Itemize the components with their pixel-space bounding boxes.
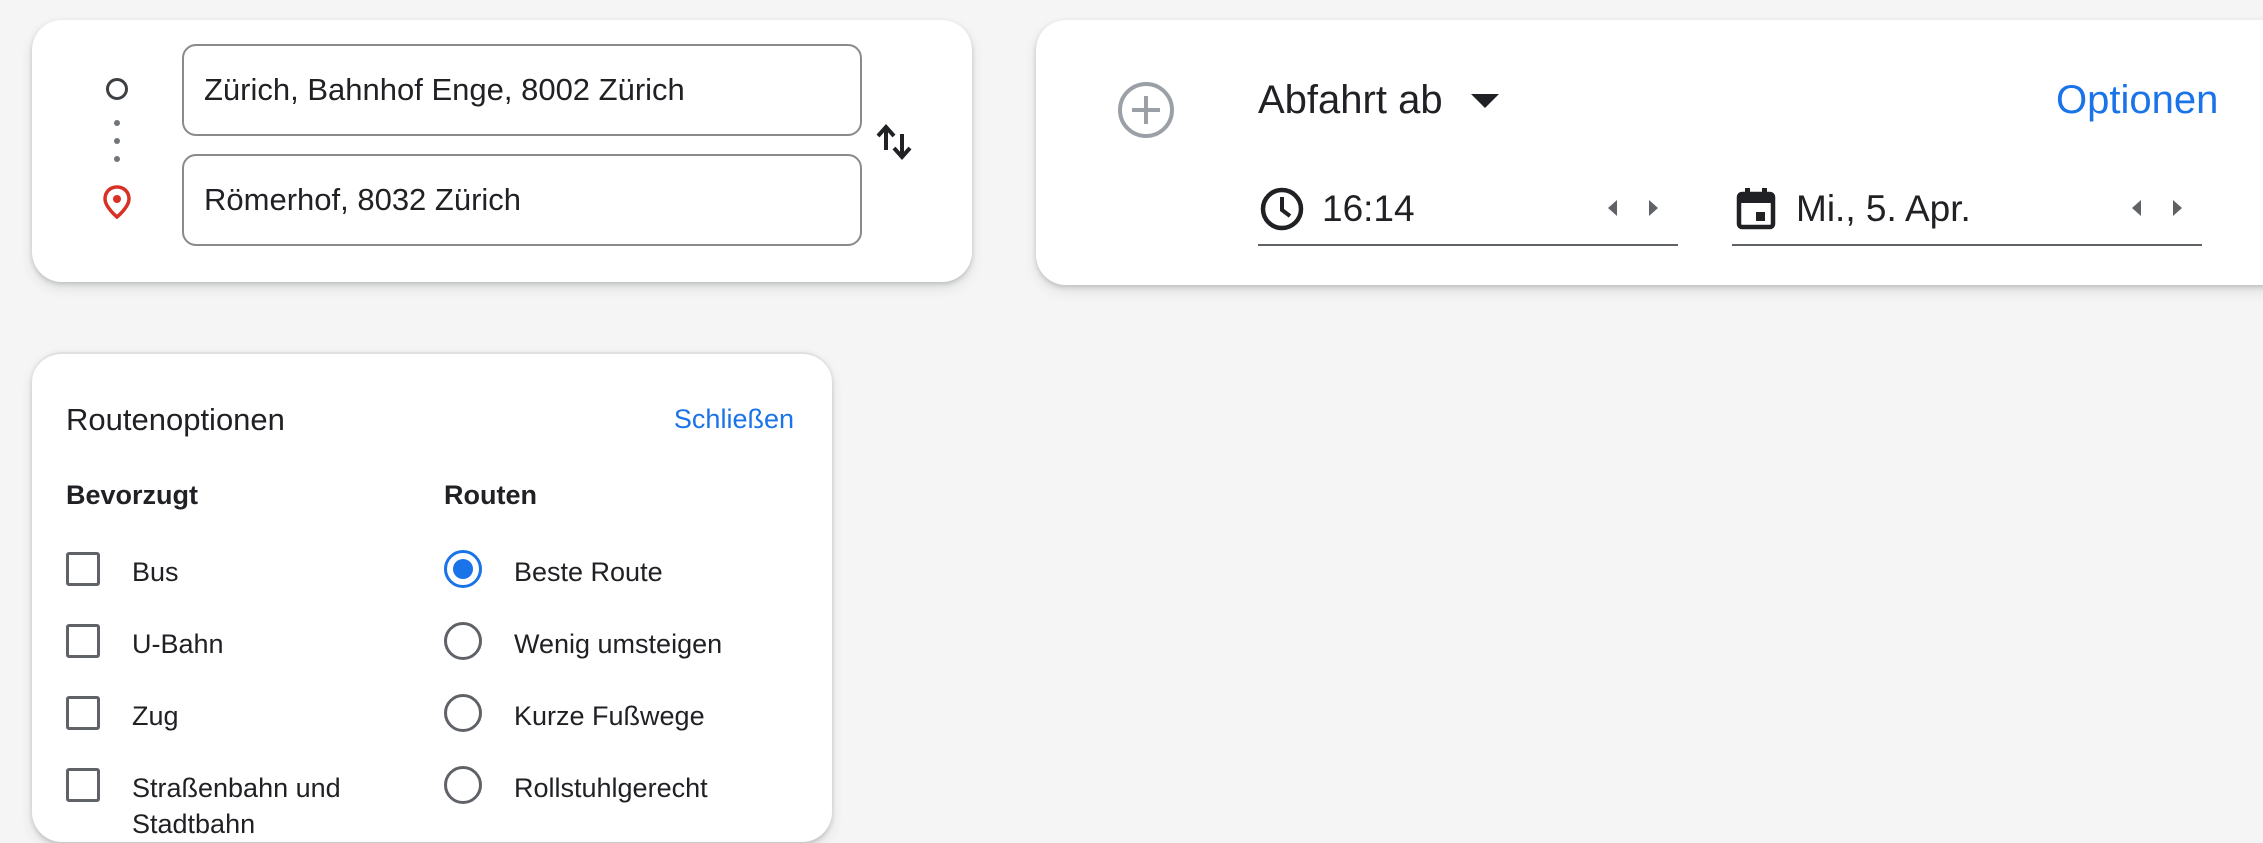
departure-mode-dropdown[interactable]: Abfahrt ab <box>1258 78 1499 123</box>
route-short-walks[interactable]: Kurze Fußwege <box>444 694 804 734</box>
route-dot-icon <box>114 138 120 144</box>
routes-heading: Routen <box>444 480 537 510</box>
previous-date-icon[interactable] <box>2132 200 2141 216</box>
clock-icon <box>1260 187 1304 231</box>
radio-wheelchair[interactable] <box>444 766 482 804</box>
origin-input[interactable]: Zürich, Bahnhof Enge, 8002 Zürich <box>182 44 862 136</box>
route-best[interactable]: Beste Route <box>444 550 804 590</box>
caret-down-icon <box>1470 93 1499 108</box>
checkbox-bus[interactable] <box>66 552 100 586</box>
route-wheelchair[interactable]: Rollstuhlgerecht <box>444 766 804 806</box>
next-time-icon[interactable] <box>1649 200 1658 216</box>
destination-input[interactable]: Römerhof, 8032 Zürich <box>182 154 862 246</box>
calendar-icon <box>1736 188 1776 230</box>
option-u-bahn[interactable]: U-Bahn <box>66 624 406 662</box>
option-bus[interactable]: Bus <box>66 552 406 590</box>
directions-card: Zürich, Bahnhof Enge, 8002 Zürich Römerh… <box>32 20 972 282</box>
radio-few-transfers[interactable] <box>444 622 482 660</box>
radio-short-walks[interactable] <box>444 694 482 732</box>
option-zug[interactable]: Zug <box>66 696 406 734</box>
preferred-heading: Bevorzugt <box>66 480 199 510</box>
option-label: Zug <box>132 701 179 731</box>
date-value: Mi., 5. Apr. <box>1796 188 1971 229</box>
option-label: Rollstuhlgerecht <box>514 773 708 803</box>
add-circle-icon[interactable] <box>1116 80 1176 140</box>
location-pin-icon <box>103 185 131 220</box>
route-few-transfers[interactable]: Wenig umsteigen <box>444 622 804 662</box>
time-value: 16:14 <box>1322 188 1415 229</box>
option-label: Beste Route <box>514 557 663 587</box>
option-label: U-Bahn <box>132 629 224 659</box>
checkbox-u-bahn[interactable] <box>66 624 100 658</box>
date-picker[interactable]: Mi., 5. Apr. <box>1732 174 2202 246</box>
departure-time-card: Abfahrt ab Optionen 16:14 Mi., 5. Apr. <box>1036 20 2263 285</box>
next-date-icon[interactable] <box>2173 200 2182 216</box>
option-label: Bus <box>132 557 179 587</box>
checkbox-strassenbahn[interactable] <box>66 768 100 802</box>
option-label: Kurze Fußwege <box>514 701 705 731</box>
route-dot-icon <box>114 156 120 162</box>
previous-time-icon[interactable] <box>1608 200 1617 216</box>
options-link[interactable]: Optionen <box>2056 78 2218 123</box>
option-label: Straßenbahn und Stadtbahn <box>132 773 341 839</box>
departure-mode-label: Abfahrt ab <box>1258 78 1443 122</box>
swap-vertical-icon[interactable] <box>874 112 914 172</box>
option-strassenbahn[interactable]: Straßenbahn und Stadtbahn <box>66 768 406 842</box>
option-label: Wenig umsteigen <box>514 629 723 659</box>
route-options-card: Routenoptionen Schließen Bevorzugt Route… <box>32 352 832 842</box>
checkbox-zug[interactable] <box>66 696 100 730</box>
route-dot-icon <box>114 120 120 126</box>
time-picker[interactable]: 16:14 <box>1258 174 1678 246</box>
origin-circle-icon <box>106 78 128 100</box>
route-options-title: Routenoptionen <box>66 402 285 437</box>
close-button[interactable]: Schließen <box>674 404 794 435</box>
radio-best-route[interactable] <box>444 550 482 588</box>
